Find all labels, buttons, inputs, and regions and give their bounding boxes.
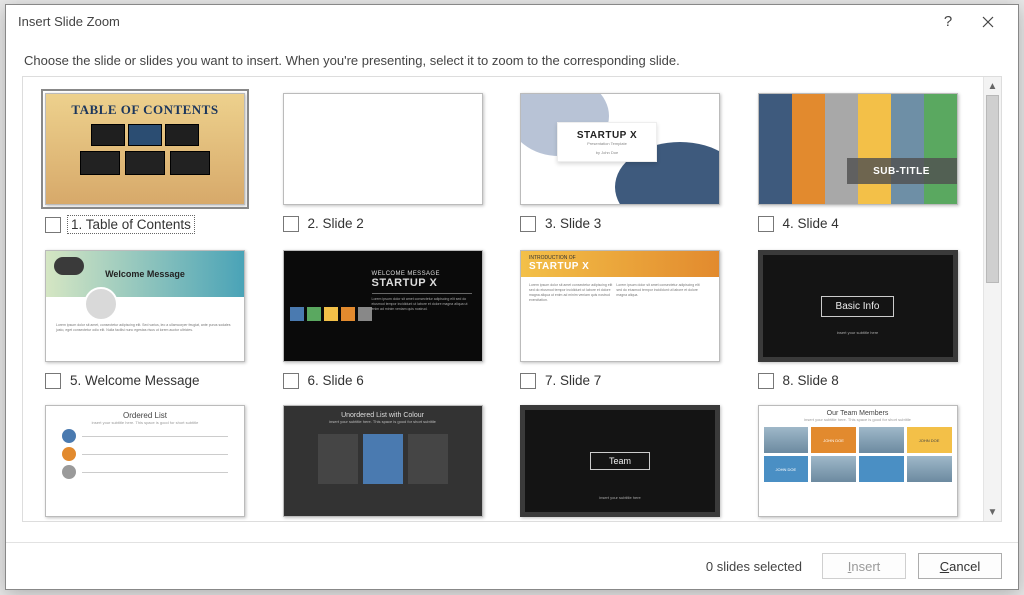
slide-item: SUB-TITLE 4. Slide 4 [758, 93, 970, 234]
slide-thumbnail[interactable]: SUB-TITLE [758, 93, 958, 205]
dialog-title: Insert Slide Zoom [18, 14, 928, 29]
slide-checkbox[interactable] [758, 373, 774, 389]
scrollbar-thumb[interactable] [986, 95, 999, 283]
slide-item: STARTUP XPresentation Templateby John Do… [520, 93, 732, 234]
slide-checkbox[interactable] [758, 216, 774, 232]
close-button[interactable] [968, 7, 1008, 37]
slide-checkbox[interactable] [45, 373, 61, 389]
cancel-button[interactable]: Cancel [918, 553, 1002, 579]
selection-status: 0 slides selected [706, 559, 802, 574]
thumb-title: STARTUP X [372, 277, 472, 289]
slide-thumbnail[interactable] [283, 93, 483, 205]
slide-thumbnail[interactable]: STARTUP XPresentation Templateby John Do… [520, 93, 720, 205]
slide-label[interactable]: 1. Table of Contents [67, 215, 195, 234]
slide-item: Unordered List with Colour insert your s… [283, 405, 495, 517]
slide-label[interactable]: 8. Slide 8 [780, 372, 842, 389]
slide-thumbnail[interactable]: Ordered List insert your subtitle here. … [45, 405, 245, 517]
thumb-title: STARTUP X [529, 261, 589, 272]
slide-thumbnail[interactable]: TABLE OF CONTENTS [45, 93, 245, 205]
slide-checkbox[interactable] [283, 216, 299, 232]
vertical-scrollbar[interactable]: ▲ ▼ [983, 77, 1001, 521]
thumb-title: SUB-TITLE [847, 158, 957, 184]
slide-thumbnail[interactable]: Team insert your subtitle here [520, 405, 720, 517]
slide-checkbox[interactable] [520, 373, 536, 389]
thumb-title: Our Team Members [759, 406, 957, 417]
slide-item: 2. Slide 2 [283, 93, 495, 234]
slide-thumbnail[interactable]: Our Team Members insert your subtitle he… [758, 405, 958, 517]
titlebar: Insert Slide Zoom ? [6, 5, 1018, 39]
slide-label[interactable]: 4. Slide 4 [780, 215, 842, 232]
close-icon [982, 16, 994, 28]
slide-thumbnail[interactable]: Welcome Message Lorem ipsum dolor sit am… [45, 250, 245, 362]
help-icon: ? [944, 13, 952, 30]
slide-label[interactable]: 5. Welcome Message [67, 372, 203, 389]
slide-thumbnail[interactable]: WELCOME MESSAGESTARTUP XLorem ipsum dolo… [283, 250, 483, 362]
slide-chooser: TABLE OF CONTENTS 1. Table of Contents 2… [22, 76, 1002, 522]
slide-checkbox[interactable] [45, 217, 61, 233]
slide-item: Welcome Message Lorem ipsum dolor sit am… [45, 250, 257, 389]
slide-item: Team insert your subtitle here [520, 405, 732, 517]
slide-grid: TABLE OF CONTENTS 1. Table of Contents 2… [23, 77, 979, 521]
instruction-text: Choose the slide or slides you want to i… [6, 39, 1018, 76]
slide-label[interactable]: 7. Slide 7 [542, 372, 604, 389]
scrollbar-track[interactable] [984, 95, 1001, 503]
thumb-title: Basic Info [821, 296, 895, 317]
slide-thumbnail[interactable]: INTRODUCTION OFSTARTUP X Lorem ipsum dol… [520, 250, 720, 362]
insert-slide-zoom-dialog: Insert Slide Zoom ? Choose the slide or … [5, 4, 1019, 590]
slide-checkbox[interactable] [283, 373, 299, 389]
insert-button[interactable]: Insert [822, 553, 906, 579]
help-button[interactable]: ? [928, 7, 968, 37]
dialog-footer: 0 slides selected Insert Cancel [6, 542, 1018, 589]
slide-scroll-region[interactable]: TABLE OF CONTENTS 1. Table of Contents 2… [23, 77, 983, 521]
scroll-up-arrow-icon[interactable]: ▲ [984, 77, 1001, 95]
thumb-title: Ordered List [46, 406, 244, 420]
slide-item: TABLE OF CONTENTS 1. Table of Contents [45, 93, 257, 234]
slide-label[interactable]: 3. Slide 3 [542, 215, 604, 232]
scroll-down-arrow-icon[interactable]: ▼ [984, 503, 1001, 521]
thumb-title: Welcome Message [105, 269, 185, 279]
thumb-title: TABLE OF CONTENTS [46, 94, 244, 118]
slide-checkbox[interactable] [520, 216, 536, 232]
slide-thumbnail[interactable]: Unordered List with Colour insert your s… [283, 405, 483, 517]
slide-item: Ordered List insert your subtitle here. … [45, 405, 257, 517]
thumb-title: Team [590, 452, 650, 470]
slide-item: INTRODUCTION OFSTARTUP X Lorem ipsum dol… [520, 250, 732, 389]
slide-label[interactable]: 6. Slide 6 [305, 372, 367, 389]
slide-thumbnail[interactable]: Basic Info insert your subtitle here [758, 250, 958, 362]
slide-label[interactable]: 2. Slide 2 [305, 215, 367, 232]
thumb-title: STARTUP X [577, 130, 637, 141]
thumb-title: Unordered List with Colour [284, 406, 482, 419]
slide-item: WELCOME MESSAGESTARTUP XLorem ipsum dolo… [283, 250, 495, 389]
slide-item: Basic Info insert your subtitle here 8. … [758, 250, 970, 389]
slide-item: Our Team Members insert your subtitle he… [758, 405, 970, 517]
